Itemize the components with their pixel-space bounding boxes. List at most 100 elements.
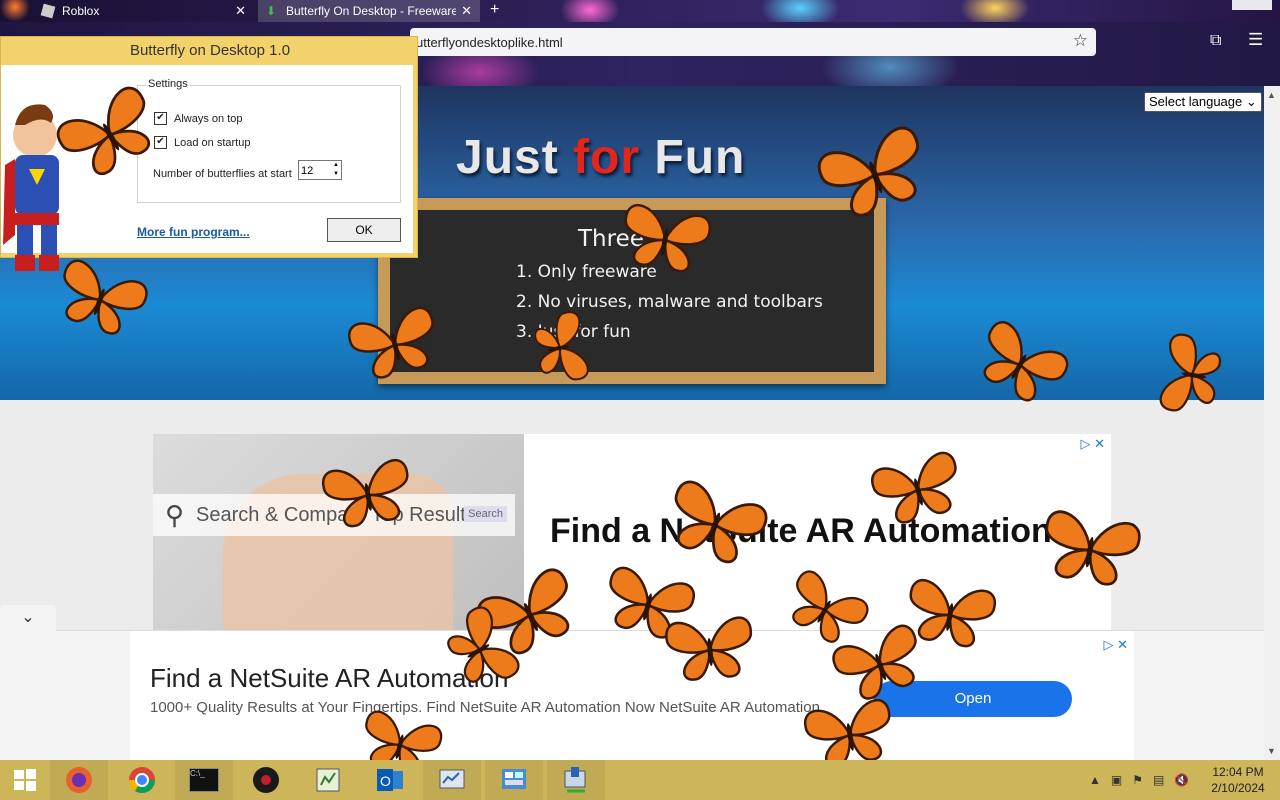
taskbar-control-panel[interactable] — [485, 760, 543, 800]
load-on-startup-checkbox[interactable]: ✔ Load on startup — [154, 136, 250, 149]
tab-title: Butterfly On Desktop - Freeware — [286, 4, 456, 18]
hero-title-word: Fun — [654, 131, 746, 184]
tab-roblox[interactable]: Roblox ✕ — [34, 0, 254, 22]
bottom-ad-bar: ⌄ ▷ ✕ Find a NetSuite AR Automation 1000… — [0, 605, 1264, 761]
clock-time: 12:04 PM — [1212, 765, 1264, 779]
checkbox-check-icon: ✔ — [154, 112, 167, 125]
superhero-mascot — [3, 104, 59, 271]
address-bar[interactable]: utterflyondesktoplike.html ☆ — [410, 28, 1096, 56]
svg-text:O: O — [380, 773, 391, 789]
system-tray: ▲ ▣ ⚑ ▤ 🔇 — [1084, 760, 1194, 800]
ad-choices-icon[interactable]: ▷ ✕ — [1103, 637, 1128, 653]
taskbar-outlook[interactable]: O — [361, 760, 419, 800]
tab-title: Roblox — [62, 4, 100, 18]
clock-date: 2/10/2024 — [1211, 781, 1265, 795]
network-icon[interactable]: ▣ — [1111, 773, 1122, 787]
extensions-icon[interactable]: ⧉ — [1210, 32, 1221, 50]
firework-decoration — [960, 0, 1030, 22]
language-select[interactable]: Select language ⌄ — [1144, 92, 1262, 112]
search-icon: ⚲ — [165, 499, 185, 530]
performance-monitor-icon — [439, 769, 465, 789]
firefox-icon — [66, 767, 92, 793]
taskbar-terminal[interactable]: C:\_ — [175, 760, 233, 800]
menu-icon[interactable]: ☰ — [1248, 30, 1263, 50]
board-rule: 2. No viruses, malware and toolbars — [516, 292, 823, 312]
taskbar-app[interactable] — [237, 760, 295, 800]
taskbar-editor[interactable] — [299, 760, 357, 800]
tray-expand-icon[interactable]: ▲ — [1089, 773, 1101, 787]
installer-icon — [564, 767, 586, 793]
new-tab-button[interactable]: + — [490, 1, 499, 19]
spin-arrows-icon[interactable]: ▲ ▼ — [331, 161, 341, 179]
window-control[interactable] — [1232, 0, 1272, 10]
tab-bar: Roblox ✕ ⬇ Butterfly On Desktop - Freewa… — [0, 0, 1280, 22]
close-tab-icon[interactable]: ✕ — [461, 3, 472, 19]
terminal-icon: C:\_ — [189, 768, 219, 792]
firework-decoration — [760, 0, 840, 22]
scroll-up-icon[interactable]: ▲ — [1267, 90, 1276, 100]
firefox-icon[interactable] — [0, 0, 30, 22]
chrome-icon — [128, 767, 156, 794]
butterfly-app-window: Butterfly on Desktop 1.0 Settings ✔ Alwa… — [0, 36, 419, 271]
hero-title: Just for Fun — [456, 130, 745, 185]
bottom-ad-title[interactable]: Find a NetSuite AR Automation — [150, 663, 508, 694]
taskbar-firefox[interactable] — [50, 760, 108, 800]
close-tab-icon[interactable]: ✕ — [235, 3, 246, 19]
butterfly-count-value: 12 — [301, 165, 314, 177]
download-icon: ⬇ — [266, 4, 277, 18]
ad-choices-icon[interactable]: ▷ ✕ — [1080, 436, 1105, 452]
taskbar: C:\_ O ▲ ▣ ⚑ ▤ 🔇 12:04 PM 2/10/2024 — [0, 760, 1280, 800]
ad-search-graphic: ⚲ Search & Compare Top Results Search — [153, 494, 515, 536]
taskbar-monitor[interactable] — [423, 760, 481, 800]
hero-title-word: Just — [456, 131, 559, 184]
ok-button[interactable]: OK — [327, 218, 401, 242]
clock[interactable]: 12:04 PM 2/10/2024 — [1206, 764, 1270, 796]
start-button[interactable] — [0, 760, 50, 800]
ad-search-button: Search — [464, 506, 507, 522]
scroll-down-icon[interactable]: ▼ — [1267, 746, 1276, 756]
app-body: Settings ✔ Always on top ✔ Load on start… — [1, 65, 413, 271]
ad-heading[interactable]: Find a NetSuite AR Automation — [550, 512, 1052, 551]
settings-label: Settings — [146, 78, 190, 90]
editor-icon — [316, 768, 340, 792]
outlook-icon: O — [377, 769, 403, 791]
settings-group: Settings ✔ Always on top ✔ Load on start… — [137, 78, 401, 203]
language-select-label: Select language — [1149, 94, 1243, 109]
board-rule: 3. Just for fun — [516, 322, 631, 342]
device-icon[interactable]: ▤ — [1153, 773, 1164, 787]
app-title[interactable]: Butterfly on Desktop 1.0 — [1, 37, 419, 65]
more-fun-link[interactable]: More fun program... — [137, 225, 250, 239]
chevron-down-icon: ⌄ — [1245, 94, 1257, 109]
url-text: utterflyondesktoplike.html — [416, 34, 563, 50]
bottom-ad-description: 1000+ Quality Results at Your Fingertips… — [150, 699, 820, 716]
checkbox-label: Load on startup — [174, 136, 251, 149]
flag-icon[interactable]: ⚑ — [1132, 773, 1143, 787]
ad-panel[interactable]: ▷ ✕ Find a NetSuite AR Automation — [524, 434, 1111, 630]
windows-icon — [14, 769, 36, 791]
page-scrollbar[interactable]: ▲ ▼ — [1264, 86, 1280, 760]
firework-decoration — [560, 0, 620, 22]
collapse-ad-button[interactable]: ⌄ — [0, 605, 56, 631]
butterfly-count-stepper[interactable]: 12 ▲ ▼ — [298, 160, 342, 180]
taskbar-installer[interactable] — [547, 760, 605, 800]
hero-title-word: for — [573, 131, 641, 184]
checkbox-check-icon: ✔ — [154, 136, 167, 149]
tab-butterfly[interactable]: ⬇ Butterfly On Desktop - Freeware ✕ — [258, 0, 480, 22]
butterfly-count-label: Number of butterflies at start — [153, 168, 292, 180]
ad-search-text: Search & Compare Top Results — [196, 503, 476, 526]
board-title: Three ru — [578, 226, 676, 252]
bookmark-star-icon[interactable]: ☆ — [1073, 31, 1088, 51]
checkbox-label: Always on top — [174, 112, 243, 125]
board-rule: 1. Only freeware — [516, 262, 657, 282]
roblox-icon — [40, 3, 56, 19]
chalkboard: Three ru 1. Only freeware 2. No viruses,… — [378, 198, 886, 384]
always-on-top-checkbox[interactable]: ✔ Always on top — [154, 112, 242, 125]
window-controls — [1226, 0, 1272, 22]
app-icon — [253, 767, 279, 793]
taskbar-chrome[interactable] — [113, 760, 171, 800]
ad-image[interactable]: ⚲ Search & Compare Top Results Search — [153, 434, 524, 630]
control-panel-icon — [502, 769, 526, 789]
volume-muted-icon[interactable]: 🔇 — [1174, 773, 1189, 787]
open-ad-button[interactable]: Open — [874, 681, 1072, 717]
bottom-ad-card[interactable]: ▷ ✕ Find a NetSuite AR Automation 1000+ … — [130, 631, 1134, 761]
